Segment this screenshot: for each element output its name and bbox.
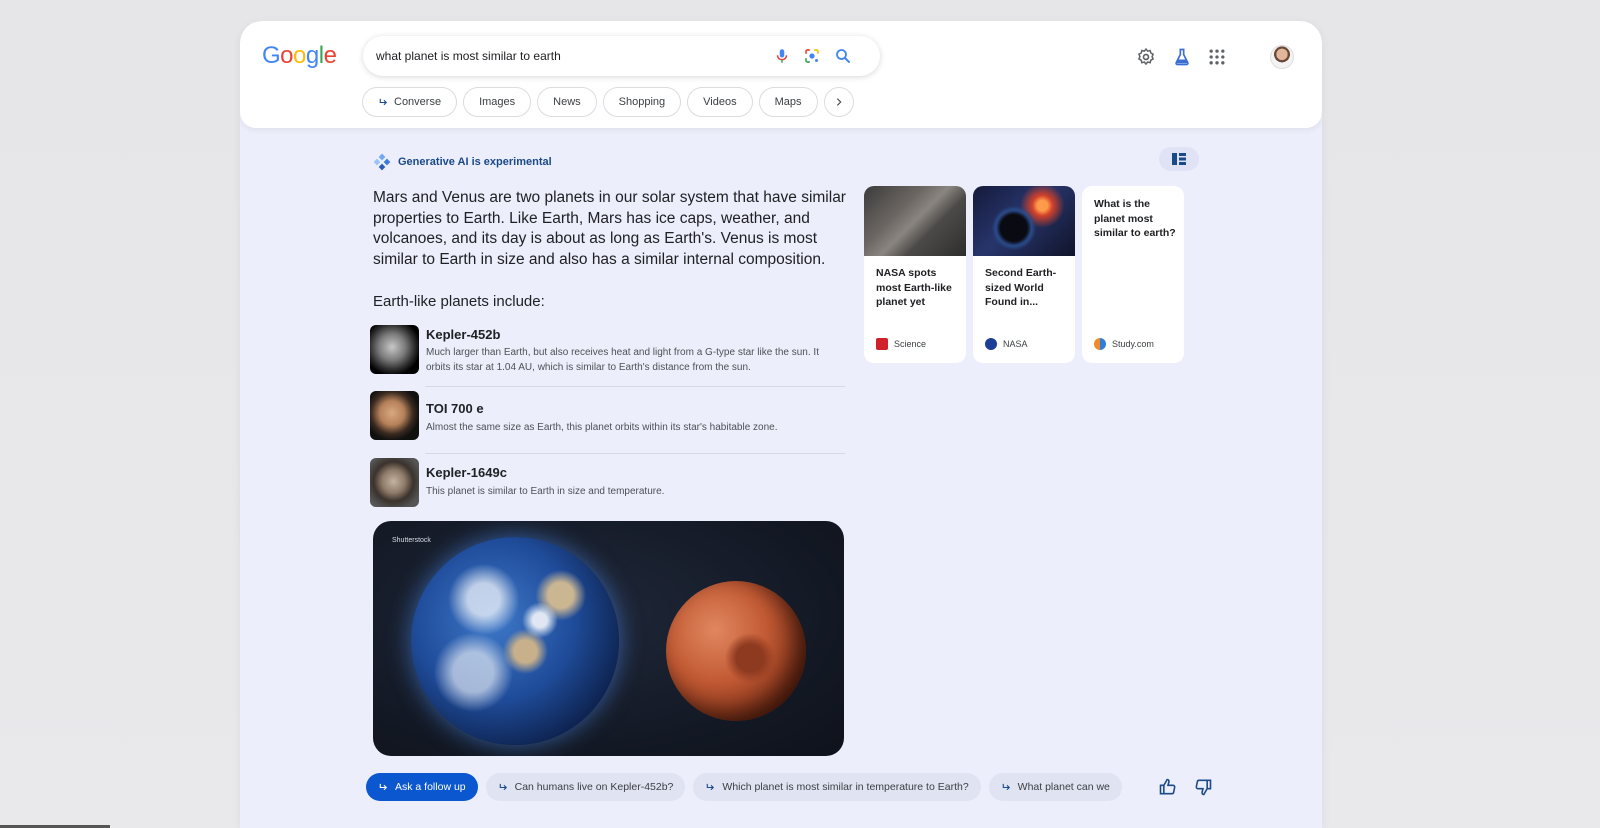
- divider: [425, 386, 845, 387]
- layout-icon: [1172, 153, 1186, 165]
- planet-thumbnail: [370, 458, 419, 507]
- follow-up-arrow-icon: [499, 783, 507, 790]
- follow-up-suggestion[interactable]: Which planet is most similar in temperat…: [693, 773, 981, 801]
- source-name: NASA: [1003, 339, 1028, 349]
- search-icon[interactable]: [834, 47, 852, 65]
- button-label: Ask a follow up: [395, 781, 466, 793]
- chip-shopping[interactable]: Shopping: [602, 87, 682, 117]
- divider: [425, 453, 845, 454]
- ai-label-text: Generative AI is experimental: [398, 156, 552, 168]
- planet-thumbnail: [370, 391, 419, 440]
- planet-description: This planet is similar to Earth in size …: [426, 486, 665, 497]
- study-favicon: [1094, 338, 1106, 350]
- card-source: NASA: [985, 338, 1028, 350]
- search-header: Google what planet is most similar to ea…: [240, 21, 1322, 128]
- card-source: Study.com: [1094, 338, 1154, 350]
- logo-letter: e: [323, 42, 337, 69]
- source-name: Study.com: [1112, 339, 1154, 349]
- ask-follow-up-button[interactable]: Ask a follow up: [366, 773, 478, 801]
- chips-next-button[interactable]: [823, 87, 854, 117]
- nasa-favicon: [985, 338, 997, 350]
- logo-letter: G: [262, 42, 281, 69]
- source-name: Science: [894, 339, 927, 349]
- card-image: [973, 186, 1075, 256]
- list-item[interactable]: Kepler-452b Much larger than Earth, but …: [370, 325, 840, 375]
- layout-toggle-button[interactable]: [1159, 147, 1199, 171]
- chip-converse[interactable]: Converse: [362, 87, 458, 117]
- follow-up-arrow-icon: [1002, 783, 1010, 790]
- account-avatar[interactable]: [1270, 45, 1294, 69]
- search-box[interactable]: what planet is most similar to earth: [363, 36, 880, 76]
- list-item[interactable]: Kepler-1649c This planet is similar to E…: [370, 458, 840, 508]
- image-credit: Shutterstock: [392, 537, 431, 544]
- source-card[interactable]: What is the planet most similar to earth…: [1082, 186, 1184, 363]
- planet-thumbnail: [370, 325, 419, 374]
- source-card[interactable]: Second Earth-sized World Found in... NAS…: [973, 186, 1075, 363]
- chevron-right-icon: [836, 98, 841, 106]
- list-heading: Earth-like planets include:: [373, 293, 545, 310]
- suggestion-label: Can humans live on Kepler-452b?: [514, 781, 674, 793]
- card-title: What is the planet most similar to earth…: [1094, 198, 1176, 239]
- chip-label: Converse: [394, 96, 442, 108]
- settings-icon[interactable]: [1136, 47, 1156, 67]
- list-item[interactable]: TOI 700 e Almost the same size as Earth,…: [370, 391, 840, 441]
- google-logo[interactable]: Google: [262, 42, 337, 70]
- chip-news[interactable]: News: [537, 87, 597, 117]
- lens-icon[interactable]: [803, 47, 821, 65]
- apps-grid-icon[interactable]: [1207, 47, 1227, 67]
- chip-label: News: [553, 96, 581, 108]
- suggestion-label: Which planet is most similar in temperat…: [722, 781, 969, 793]
- chip-label: Shopping: [618, 96, 666, 108]
- earth-image: [411, 537, 619, 745]
- ai-summary-text: Mars and Venus are two planets in our so…: [373, 189, 846, 268]
- card-title: Second Earth-sized World Found in...: [985, 267, 1057, 308]
- ai-experimental-label: Generative AI is experimental: [372, 152, 552, 172]
- chip-maps[interactable]: Maps: [758, 87, 818, 117]
- logo-letter: o: [293, 42, 306, 69]
- chip-label: Maps: [774, 96, 802, 108]
- chip-videos[interactable]: Videos: [687, 87, 753, 117]
- card-source: Science: [876, 338, 926, 350]
- microphone-icon[interactable]: [773, 47, 791, 65]
- follow-up-suggestion[interactable]: Can humans live on Kepler-452b?: [485, 773, 686, 801]
- card-title: NASA spots most Earth-like planet yet: [876, 267, 952, 308]
- chip-images[interactable]: Images: [463, 87, 532, 117]
- search-input[interactable]: what planet is most similar to earth: [376, 49, 561, 63]
- follow-up-arrow-icon: [379, 98, 388, 105]
- suggestion-label: What planet can we: [1017, 781, 1110, 793]
- follow-up-suggestion[interactable]: What planet can we: [988, 773, 1122, 801]
- browser-window: Google what planet is most similar to ea…: [240, 21, 1322, 828]
- chip-label: Videos: [703, 96, 737, 108]
- chip-label: Images: [479, 96, 516, 108]
- labs-icon[interactable]: [1172, 47, 1192, 67]
- earth-mars-image[interactable]: Shutterstock: [373, 521, 844, 756]
- thumbs-up-icon[interactable]: [1158, 777, 1178, 797]
- follow-up-arrow-icon: [379, 783, 388, 790]
- planet-name: Kepler-1649c: [426, 465, 507, 480]
- logo-letter: g: [305, 42, 319, 69]
- science-favicon: [876, 338, 888, 350]
- mars-image: [666, 581, 806, 721]
- planet-name: TOI 700 e: [426, 401, 484, 416]
- follow-up-arrow-icon: [707, 783, 715, 790]
- generative-ai-icon: [373, 153, 391, 171]
- logo-letter: o: [280, 42, 294, 69]
- thumbs-down-icon[interactable]: [1193, 777, 1213, 797]
- source-card[interactable]: NASA spots most Earth-like planet yet Sc…: [864, 186, 966, 363]
- planet-description: Almost the same size as Earth, this plan…: [426, 422, 778, 433]
- search-chips: Converse Images News Shopping Videos Map…: [362, 87, 854, 117]
- card-image: [864, 186, 966, 256]
- planet-description: Much larger than Earth, but also receive…: [426, 347, 819, 373]
- follow-up-bar: Ask a follow up Can humans live on Keple…: [366, 773, 1122, 801]
- planet-name: Kepler-452b: [426, 327, 501, 342]
